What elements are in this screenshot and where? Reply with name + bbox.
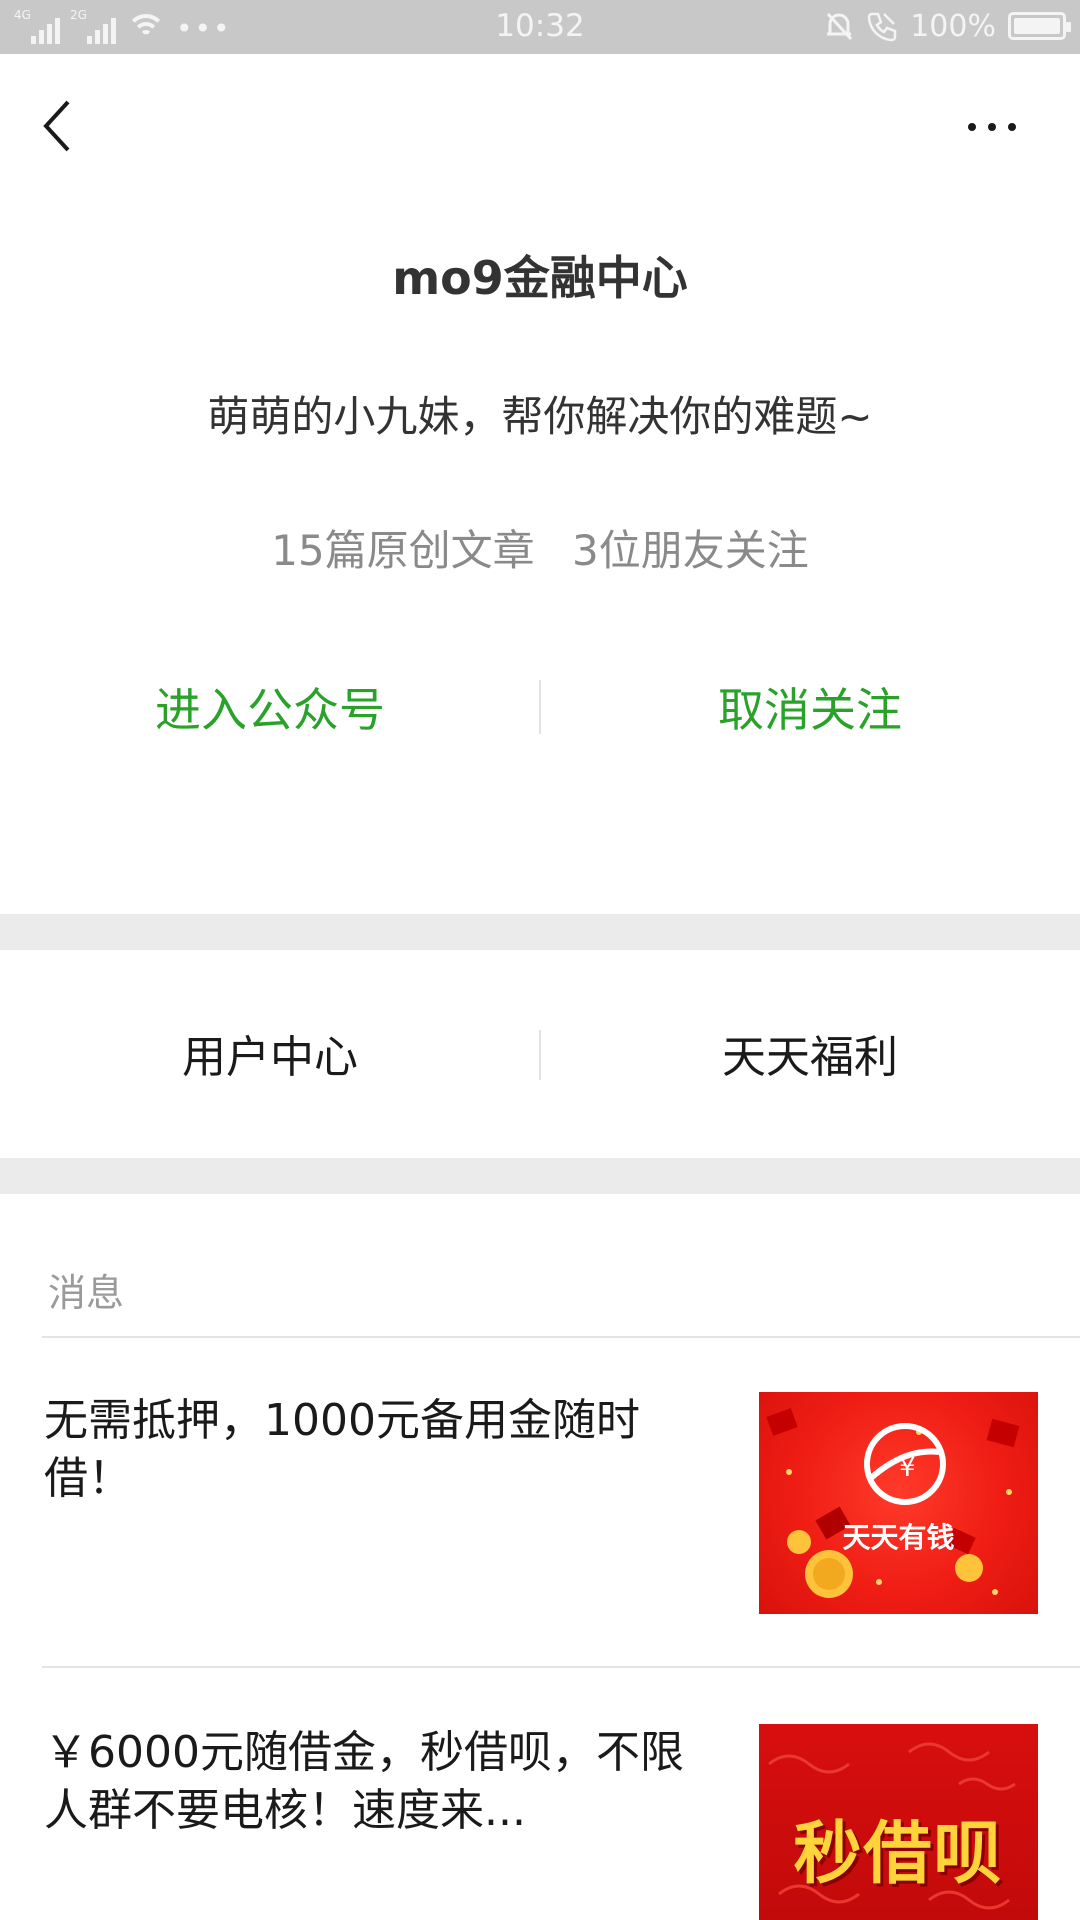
more-options-icon[interactable] <box>962 112 1022 142</box>
enter-account-button[interactable]: 进入公众号 <box>0 670 540 750</box>
section-gap <box>0 914 1080 950</box>
back-arrow-icon[interactable] <box>38 96 78 156</box>
message-thumbnail[interactable]: ¥ 天天有钱 <box>759 1392 1038 1614</box>
account-name: mo9金融中心 <box>392 251 688 305</box>
account-stats: 15篇原创文章 3位朋友关注 <box>0 517 1080 578</box>
call-muted-icon <box>867 12 897 42</box>
thumbnail-caption: 天天有钱 <box>842 1521 955 1554</box>
battery-percent: 100% <box>910 8 996 44</box>
status-bar: 4G 2G ••• 10:32 100% <box>0 0 1080 54</box>
status-right: 100% <box>824 6 1071 46</box>
message-title[interactable]: ￥6000元随借金，秒借呗，不限人群不要电核！速度来... <box>44 1724 724 1840</box>
section-gap <box>0 1158 1080 1194</box>
friend-follow-count: 3位朋友关注 <box>572 526 809 575</box>
svg-text:¥: ¥ <box>899 1453 916 1483</box>
menu-daily-benefits[interactable]: 天天福利 <box>540 1020 1080 1096</box>
messages-label: 消息 <box>48 1271 125 1315</box>
battery-icon <box>1008 12 1071 40</box>
message-title[interactable]: 无需抵押，1000元备用金随时借！ <box>44 1392 704 1508</box>
message-item[interactable]: ￥6000元随借金，秒借呗，不限人群不要电核！速度来... 秒借呗 <box>0 1724 1080 1920</box>
actions-divider <box>539 680 541 734</box>
menu-divider <box>539 1030 541 1080</box>
message-thumbnail[interactable]: 秒借呗 <box>759 1724 1038 1920</box>
divider <box>42 1336 1080 1338</box>
article-count: 15篇原创文章 <box>271 526 535 575</box>
bell-muted-icon <box>827 12 853 41</box>
message-item[interactable]: 无需抵押，1000元备用金随时借！ ¥ 天天有钱 <box>0 1392 1080 1614</box>
unfollow-button[interactable]: 取消关注 <box>540 670 1080 750</box>
thumbnail-caption: 秒借呗 <box>793 1815 1004 1894</box>
red-envelope-banner-image: ¥ <box>766 1408 1020 1598</box>
divider <box>42 1666 1080 1668</box>
account-description: 萌萌的小九妹，帮你解决你的难题~ <box>207 392 873 441</box>
menu-user-center[interactable]: 用户中心 <box>0 1020 540 1096</box>
